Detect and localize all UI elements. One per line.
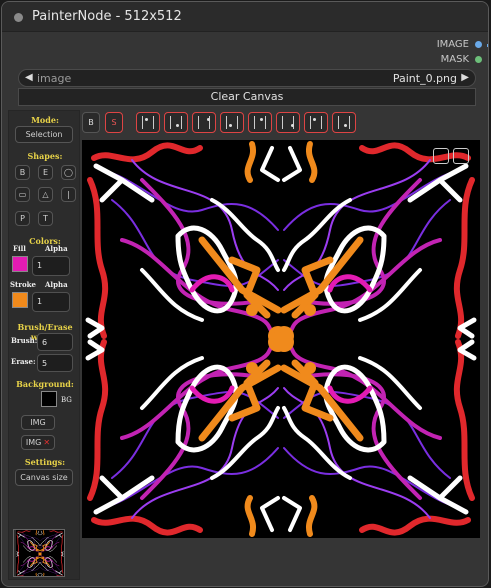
symmetry-sym-2-button[interactable] xyxy=(164,112,188,133)
stroke-alpha-label: Alpha xyxy=(45,280,68,289)
canvas-artwork xyxy=(82,140,480,538)
background-color-swatch[interactable] xyxy=(41,391,57,407)
collapse-dot-icon[interactable] xyxy=(14,13,23,22)
background-title: Background: xyxy=(16,379,74,389)
symmetry-icon xyxy=(226,116,238,129)
settings-title: Settings: xyxy=(24,457,66,467)
text-shape-button[interactable]: T xyxy=(38,211,53,226)
painter-sidebar: Mode: Selection Shapes: B E ◯ ▭ △ | P T … xyxy=(8,110,80,580)
fill-alpha-label: Alpha xyxy=(45,244,68,253)
polygon-shape-button[interactable]: P xyxy=(15,211,30,226)
fill-color-swatch[interactable] xyxy=(12,256,28,272)
close-icon: ✕ xyxy=(43,438,51,447)
stroke-alpha-input[interactable]: 1 xyxy=(32,292,70,312)
selection-button[interactable]: Selection xyxy=(15,126,73,143)
s-button[interactable]: S xyxy=(105,112,123,133)
img-button[interactable]: IMG xyxy=(21,415,55,430)
symmetry-icon xyxy=(142,116,154,129)
brush-width-input[interactable]: 6 xyxy=(37,333,73,351)
symmetry-icon xyxy=(198,116,210,129)
symmetry-sym-8-button[interactable] xyxy=(332,112,356,133)
output-mask[interactable]: MASK xyxy=(441,54,482,65)
fill-label: Fill xyxy=(13,244,26,253)
erase-width-input[interactable]: 5 xyxy=(37,354,73,372)
img-remove-label: IMG xyxy=(25,438,42,447)
painter-canvas[interactable] xyxy=(82,140,480,538)
brush-shape-button[interactable]: B xyxy=(15,165,30,180)
canvas-preview-thumbnail xyxy=(13,529,65,577)
output-image-label: IMAGE xyxy=(436,39,469,50)
output-link-stub xyxy=(487,44,488,47)
symmetry-icon xyxy=(254,116,266,129)
symmetry-sym-6-button[interactable] xyxy=(276,112,300,133)
combo-value: Paint_0.png xyxy=(392,72,457,85)
symmetry-icon xyxy=(282,116,294,129)
erase-width-label: Erase: xyxy=(11,357,36,366)
symmetry-sym-7-button[interactable] xyxy=(304,112,328,133)
clear-canvas-button[interactable]: Clear Canvas xyxy=(18,88,476,106)
triangle-shape-button[interactable]: △ xyxy=(38,187,53,202)
combo-right-arrow-icon[interactable]: ▶ xyxy=(461,72,469,83)
pen-tool-icon[interactable] xyxy=(433,148,449,164)
node-title: PainterNode - 512x512 xyxy=(32,9,182,24)
painter-node: PainterNode - 512x512 IMAGE MASK ◀ image… xyxy=(1,1,489,587)
canvas-size-button[interactable]: Canvas size xyxy=(15,469,73,486)
brush-width-label: Brush: xyxy=(11,336,38,345)
output-dot-icon[interactable] xyxy=(475,56,482,63)
line-shape-button[interactable]: | xyxy=(61,187,76,202)
fill-alpha-input[interactable]: 1 xyxy=(32,256,70,276)
symmetry-icon xyxy=(170,116,182,129)
rectangle-shape-button[interactable]: ▭ xyxy=(15,187,30,202)
combo-label: image xyxy=(37,72,72,85)
symmetry-sym-5-button[interactable] xyxy=(248,112,272,133)
output-image[interactable]: IMAGE xyxy=(437,39,482,50)
output-mask-label: MASK xyxy=(440,54,469,65)
symmetry-sym-1-button[interactable] xyxy=(136,112,160,133)
circle-shape-button[interactable]: ◯ xyxy=(61,165,76,180)
symmetry-icon xyxy=(310,116,322,129)
symmetry-icon xyxy=(338,116,350,129)
combo-left-arrow-icon[interactable]: ◀ xyxy=(25,72,33,83)
shapes-title: Shapes: xyxy=(27,151,63,161)
symmetry-sym-3-button[interactable] xyxy=(192,112,216,133)
thumbnail-art xyxy=(16,530,64,576)
bg-label: BG xyxy=(61,396,72,404)
mode-title: Mode: xyxy=(31,115,59,125)
img-remove-button[interactable]: IMG ✕ xyxy=(21,435,55,450)
bold-button[interactable]: B xyxy=(82,112,100,133)
node-titlebar[interactable]: PainterNode - 512x512 xyxy=(2,2,488,32)
output-dot-icon[interactable] xyxy=(475,41,482,48)
stroke-color-swatch[interactable] xyxy=(12,292,28,308)
stroke-label: Stroke xyxy=(10,280,36,289)
transform-tool-icon[interactable] xyxy=(453,148,469,164)
eraser-shape-button[interactable]: E xyxy=(38,165,53,180)
symmetry-sym-4-button[interactable] xyxy=(220,112,244,133)
image-combo[interactable]: ◀ image Paint_0.png ▶ xyxy=(18,69,476,87)
